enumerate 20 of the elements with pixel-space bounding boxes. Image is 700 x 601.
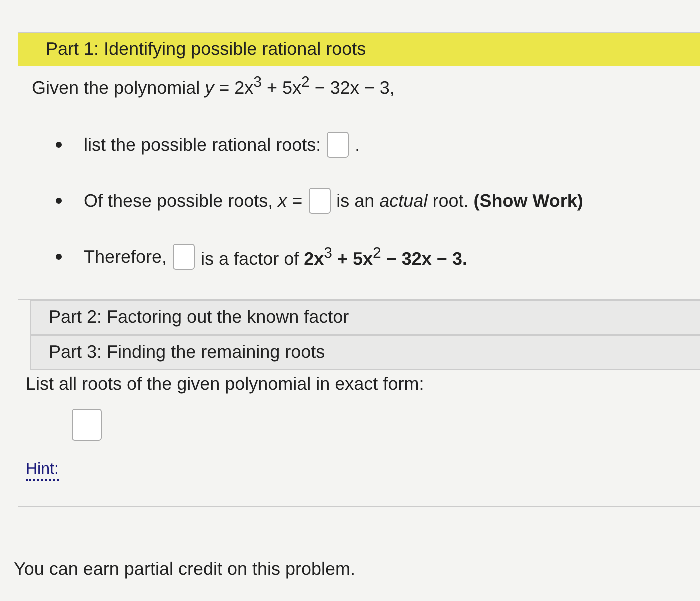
question-text: is an actual root. (Show Work)	[336, 190, 584, 212]
question-text: .	[355, 134, 360, 156]
section-header[interactable]: Part 3: Finding the remaining roots	[30, 335, 700, 370]
section-header[interactable]: Part 1: Identifying possible rational roots	[18, 33, 700, 66]
question-text: list the possible rational roots:	[84, 134, 322, 156]
partial-credit-note: You can earn partial credit on this problem.	[14, 559, 357, 580]
bullet-icon	[56, 254, 62, 260]
question-text: List all roots of the given polynomial in exact form:	[26, 374, 424, 395]
answer-box[interactable]	[327, 132, 350, 158]
question-text: Therefore,	[84, 246, 168, 268]
bullet-icon	[56, 142, 62, 148]
question-text: is a factor of 2x$^{3}$ + 5x$^{2}$ − 32x − 3.	[201, 244, 468, 270]
answer-box[interactable]	[308, 188, 331, 214]
problem-statement: Given the polynomial y = 2x$^{3}$ + 5x$^{2}$ − 32x − 3,	[32, 74, 396, 99]
bullet-icon	[56, 198, 62, 204]
answer-box[interactable]	[72, 409, 102, 441]
section-header[interactable]: Part 2: Factoring out the known factor	[30, 300, 700, 335]
hint-link[interactable]: Hint:	[26, 461, 59, 481]
question-text: Of these possible roots, x =	[84, 190, 303, 212]
answer-box[interactable]	[173, 244, 196, 270]
